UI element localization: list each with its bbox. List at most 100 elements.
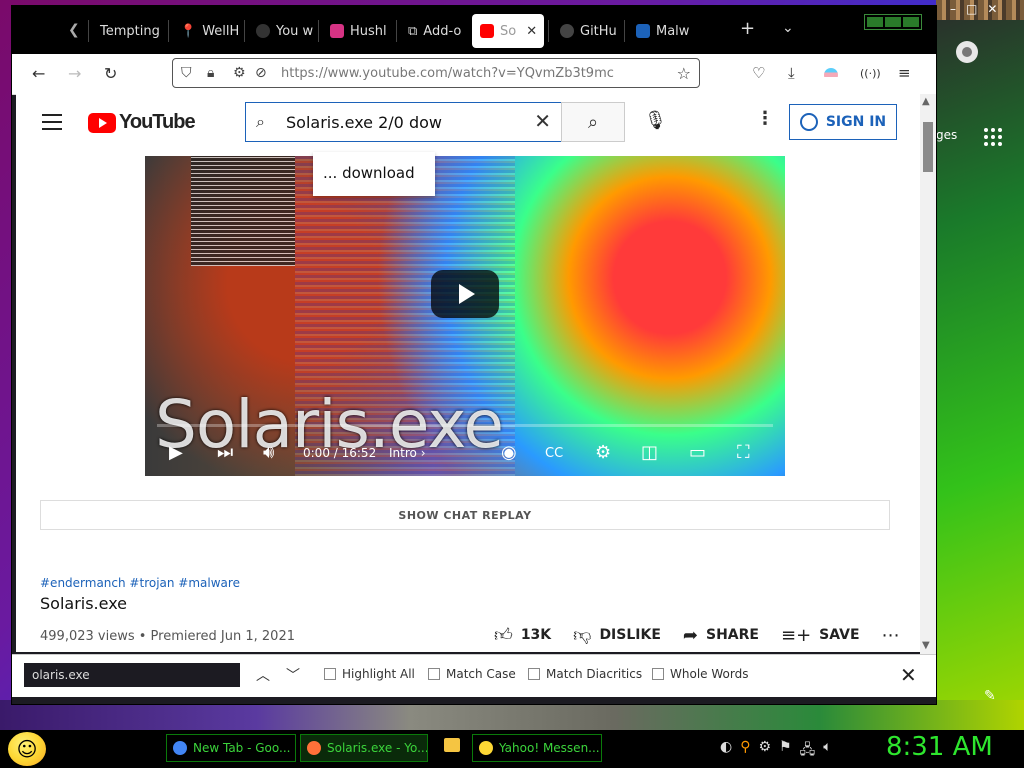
flag-icon[interactable]: ⚑ [779,739,792,763]
next-icon[interactable]: ⏭ [217,442,233,463]
play-icon[interactable]: ▶ [169,442,183,463]
tab-add-ons[interactable]: ⧉ Add-o [400,14,472,48]
taskbar: ☺ New Tab - Goo... Solaris.exe - Yo... Y… [0,730,1024,768]
close-find-bar-icon[interactable]: ✕ [900,663,917,687]
forward-icon[interactable]: → [68,64,81,83]
chevron-down-icon[interactable]: ⌄ [782,20,794,36]
fullscreen-icon[interactable]: ⛶ [737,442,750,463]
tab-malware[interactable]: Malw [628,14,700,48]
extension-icon[interactable]: ((·)) [860,67,881,80]
scroll-up-icon[interactable]: ▲ [922,96,930,107]
minimize-icon[interactable]: – [950,2,956,16]
settings-gear-icon[interactable]: ⚙ [595,442,611,463]
system-tray: ◐ ⚲ ⚙ ⚑ 🖧︎ 🔈︎ [720,739,832,763]
menu-icon[interactable]: ≡ [898,64,911,82]
tab-hushl[interactable]: Hushl [322,14,396,48]
permissions-icon[interactable]: ⚙ [233,65,246,81]
tracking-blocked-icon[interactable]: ⊘ [255,65,267,81]
taskbar-clock[interactable]: 8:31 AM [886,732,993,762]
tab-tempting[interactable]: Tempting [92,14,160,48]
back-icon[interactable]: ← [32,64,45,83]
progress-bar[interactable] [157,424,773,427]
video-meta: 499,023 views • Premiered Jun 1, 2021 [40,629,295,644]
like-button[interactable]: 👍︎ 13K [494,624,551,646]
share-button[interactable]: ➦ SHARE [683,625,759,646]
tab-favicon [636,24,650,38]
taskbar-item-new-tab[interactable]: New Tab - Goo... [166,734,296,762]
more-actions-icon[interactable]: ⋯ [882,625,900,646]
show-chat-replay-button[interactable]: SHOW CHAT REPLAY [40,500,890,530]
download-icon[interactable]: ⤓ [788,64,795,82]
find-input[interactable]: olaris.exe [24,663,240,687]
video-title: Solaris.exe [40,594,128,613]
close-tab-icon[interactable]: ✕ [526,24,537,39]
page-scrollbar[interactable]: ▲ ▼ [920,94,936,654]
theater-mode-icon[interactable]: ▭ [689,442,706,463]
miniplayer-icon[interactable]: ◫ [641,442,658,463]
youtube-logo[interactable]: YouTube [88,111,196,134]
match-case-checkbox[interactable]: Match Case [428,667,516,681]
clear-search-icon[interactable]: ✕ [534,109,551,133]
apps-grid-icon[interactable] [984,128,1002,146]
captions-icon[interactable]: CC [545,446,563,461]
scroll-down-icon[interactable]: ▼ [922,640,930,651]
tab-solaris-active[interactable]: So ✕ [472,14,544,48]
find-previous-icon[interactable]: ︿ [256,665,270,685]
new-tab-icon[interactable]: + [740,18,755,39]
highlight-all-checkbox[interactable]: Highlight All [324,667,415,681]
autoplay-toggle-icon[interactable]: ◉ [501,442,517,463]
folder-icon[interactable] [444,738,460,752]
url-bar[interactable]: ⛉ 🔒︎ ⚙ ⊘ https://www.youtube.com/watch?v… [172,58,700,88]
search-icon: ⌕ [587,111,599,133]
scrollbar-thumb[interactable] [923,122,933,172]
hashtags[interactable]: #endermanch #trojan #malware [40,576,240,590]
tab-github[interactable]: GitHu [552,14,624,48]
network-globe-icon[interactable]: ◐ [720,739,732,763]
youtube-header: YouTube ⌕ Solaris.exe 2/0 dow ✕ ⌕ 🎙︎ ⋮ S… [16,94,920,152]
reload-icon[interactable]: ↻ [104,64,117,83]
window-controls-box[interactable] [864,14,922,30]
hamburger-menu-icon[interactable] [42,114,62,130]
close-icon[interactable]: ✕ [987,2,997,16]
video-player[interactable]: Solaris.exe ▶ ⏭ 🔊︎ 0:00 / 16:52 Intro › … [145,156,785,476]
volume-tray-icon[interactable]: 🔈︎ [823,739,831,763]
search-input[interactable]: ⌕ Solaris.exe 2/0 dow ✕ [245,102,561,142]
bookmark-star-icon[interactable]: ☆ [677,64,691,83]
large-play-button[interactable] [431,270,499,318]
tab-you[interactable]: You w [248,14,320,48]
volume-icon[interactable]: 🔊︎ [263,442,274,463]
match-diacritics-checkbox[interactable]: Match Diacritics [528,667,642,681]
dislike-button[interactable]: 👎︎ DISLIKE [573,624,661,646]
sign-in-button[interactable]: SIGN IN [789,104,897,140]
thumbs-down-icon: 👎︎ [573,625,592,646]
suggestion-item[interactable]: ... download [323,164,415,182]
more-options-icon[interactable]: ⋮ [756,108,774,129]
microphone-icon[interactable]: 🎙︎ [644,110,667,131]
settings-tray-icon[interactable]: ⚙ [758,739,771,763]
pocket-icon[interactable]: ♡ [752,64,765,82]
user-icon [799,113,818,131]
playlist-add-icon: ≡+ [780,624,812,646]
search-icon: ⌕ [256,112,265,131]
tab-wellh[interactable]: 📍 WellH [172,14,244,48]
extension-icon[interactable] [824,68,838,82]
search-button[interactable]: ⌕ [561,102,625,142]
video-frame-terminal [191,156,295,266]
shield-icon[interactable]: ⛉ [181,65,192,81]
chapter-label[interactable]: Intro › [389,446,426,460]
save-button[interactable]: ≡+ SAVE [781,625,860,646]
taskbar-item-solaris[interactable]: Solaris.exe - Yo... [300,734,428,762]
account-avatar-icon[interactable] [956,41,978,63]
start-button-smiley-icon[interactable]: ☺ [8,732,46,766]
maximize-icon[interactable]: □ [966,2,977,16]
whole-words-checkbox[interactable]: Whole Words [652,667,748,681]
network-icon[interactable]: 🖧︎ [800,739,816,763]
search-tray-icon[interactable]: ⚲ [740,739,750,763]
find-next-icon[interactable]: ﹀ [286,665,300,685]
desktop-right-strip: – □ ✕ ges ✎ [936,0,1024,730]
page-content: YouTube ⌕ Solaris.exe 2/0 dow ✕ ⌕ 🎙︎ ⋮ S… [16,94,920,652]
tab-scroll-left-icon[interactable]: ❮ [68,22,80,38]
taskbar-item-yahoo-messenger[interactable]: Yahoo! Messen... [472,734,602,762]
url-text[interactable]: https://www.youtube.com/watch?v=YQvmZb3t… [281,66,614,81]
lock-icon[interactable]: 🔒︎ [207,65,214,81]
